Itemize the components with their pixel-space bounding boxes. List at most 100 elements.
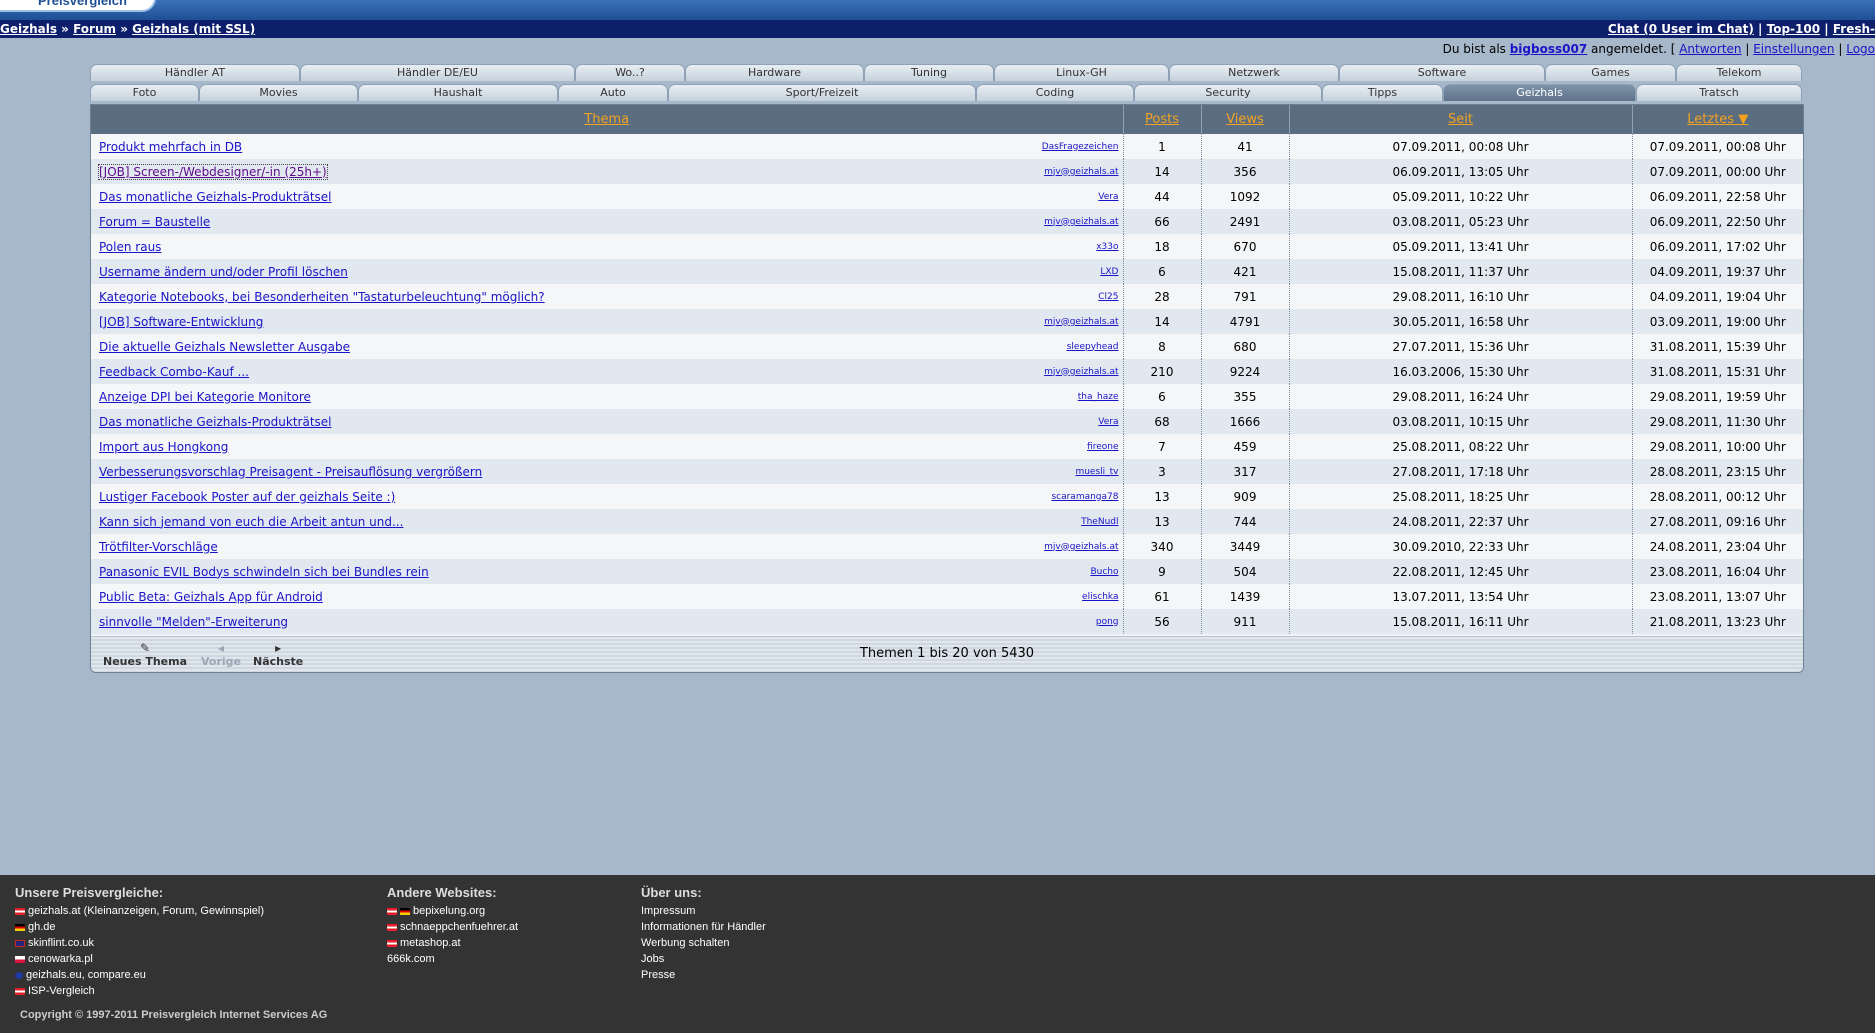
tab-movies[interactable]: Movies	[199, 84, 358, 101]
topic-link[interactable]: Import aus Hongkong	[99, 440, 228, 454]
breadcrumb-separator: »	[116, 22, 133, 36]
col-header-seit[interactable]: Seit	[1288, 105, 1632, 134]
letztes-cell: 23.08.2011, 13:07 Uhr	[1631, 584, 1803, 609]
col-header-thema[interactable]: Thema	[91, 105, 1123, 134]
topic-link[interactable]: [JOB] Screen-/Webdesigner/-in (25h+)	[98, 163, 328, 180]
author-link[interactable]: LXD	[1100, 267, 1118, 277]
topic-link[interactable]: Die aktuelle Geizhals Newsletter Ausgabe	[99, 340, 350, 354]
topic-link[interactable]: Panasonic EVIL Bodys schwindeln sich bei…	[99, 565, 429, 579]
footer-link-item[interactable]: Werbung schalten	[641, 935, 766, 951]
author-link[interactable]: scaramanga78	[1051, 492, 1118, 502]
author-link[interactable]: mjv@geizhals.at	[1044, 542, 1118, 552]
author-link[interactable]: elischka	[1082, 592, 1118, 602]
topic-link[interactable]: Feedback Combo-Kauf ...	[99, 365, 249, 379]
author-link[interactable]: mjv@geizhals.at	[1044, 217, 1118, 227]
topic-link[interactable]: Public Beta: Geizhals App für Android	[99, 590, 323, 604]
tab-coding[interactable]: Coding	[976, 84, 1134, 101]
reply-link[interactable]: Antworten	[1679, 42, 1741, 56]
tab-software[interactable]: Software	[1339, 64, 1545, 81]
author-link[interactable]: muesli_tv	[1075, 467, 1118, 477]
username-link[interactable]: bigboss007	[1510, 42, 1587, 56]
author-link[interactable]: Cl25	[1098, 292, 1118, 302]
topic-link[interactable]: Produkt mehrfach in DB	[99, 140, 242, 154]
topic-link[interactable]: sinnvolle "Melden"-Erweiterung	[99, 615, 288, 629]
views-cell: 459	[1200, 434, 1289, 459]
tab-netzwerk[interactable]: Netzwerk	[1169, 64, 1339, 81]
tab-hardware[interactable]: Hardware	[685, 64, 864, 81]
tab-tuning[interactable]: Tuning	[864, 64, 994, 81]
topic-link[interactable]: Kann sich jemand von euch die Arbeit ant…	[99, 515, 403, 529]
footer-link-item[interactable]: bepixelung.org	[387, 903, 518, 919]
author-link[interactable]: mjv@geizhals.at	[1044, 317, 1118, 327]
author-link[interactable]: Vera	[1098, 192, 1118, 202]
tab-auto[interactable]: Auto	[558, 84, 668, 101]
author-link[interactable]: mjv@geizhals.at	[1044, 367, 1118, 377]
seit-cell: 25.08.2011, 08:22 Uhr	[1288, 434, 1632, 459]
topic-link[interactable]: [JOB] Software-Entwicklung	[99, 315, 263, 329]
tab-sport-freizeit[interactable]: Sport/Freizeit	[668, 84, 976, 101]
author-link[interactable]: mjv@geizhals.at	[1044, 167, 1118, 177]
topic-link[interactable]: Verbesserungsvorschlag Preisagent - Prei…	[99, 465, 482, 479]
tab-games[interactable]: Games	[1545, 64, 1676, 81]
tab-security[interactable]: Security	[1134, 84, 1322, 101]
author-link[interactable]: TheNudl	[1081, 517, 1118, 527]
topic-link[interactable]: Forum = Baustelle	[99, 215, 210, 229]
breadcrumb-geizhals-ssl[interactable]: Geizhals (mit SSL)	[132, 22, 255, 36]
topic-link[interactable]: Username ändern und/oder Profil löschen	[99, 265, 348, 279]
breadcrumb-geizhals[interactable]: Geizhals	[0, 22, 57, 36]
col-header-posts[interactable]: Posts	[1122, 105, 1201, 134]
topic-link[interactable]: Lustiger Facebook Poster auf der geizhal…	[99, 490, 395, 504]
footer-link-item[interactable]: geizhals.at (Kleinanzeigen, Forum, Gewin…	[15, 903, 264, 919]
tab-händler-at[interactable]: Händler AT	[90, 64, 300, 81]
site-logo[interactable]: Preisvergleich	[0, 0, 156, 12]
posts-cell: 8	[1122, 334, 1201, 359]
author-link[interactable]: Vera	[1098, 417, 1118, 427]
chat-link[interactable]: Chat (0 User im Chat)	[1608, 22, 1754, 36]
footer-link-item[interactable]: Jobs	[641, 951, 766, 967]
footer-link-item[interactable]: geizhals.eu, compare.eu	[15, 967, 264, 983]
topic-link[interactable]: Das monatliche Geizhals-Produkträtsel	[99, 190, 332, 204]
logout-link[interactable]: Logo	[1846, 42, 1875, 56]
footer-link-item[interactable]: Informationen für Händler	[641, 919, 766, 935]
author-link[interactable]: sleepyhead	[1067, 342, 1119, 352]
breadcrumb-forum[interactable]: Forum	[73, 22, 116, 36]
tab-foto[interactable]: Foto	[90, 84, 199, 101]
footer-link-item[interactable]: ISP-Vergleich	[15, 983, 264, 999]
footer-link-item[interactable]: skinflint.co.uk	[15, 935, 264, 951]
topic-link[interactable]: Das monatliche Geizhals-Produkträtsel	[99, 415, 332, 429]
footer-link-item[interactable]: metashop.at	[387, 935, 518, 951]
col-header-views[interactable]: Views	[1200, 105, 1289, 134]
footer-link-item[interactable]: Presse	[641, 967, 766, 983]
author-link[interactable]: x33o	[1096, 242, 1118, 252]
top100-link[interactable]: Top-100	[1767, 22, 1820, 36]
author-link[interactable]: tha_haze	[1078, 392, 1119, 402]
author-link[interactable]: pong	[1096, 617, 1119, 627]
topic-link[interactable]: Polen raus	[99, 240, 161, 254]
tab-wo[interactable]: Wo..?	[575, 64, 685, 81]
fresh-link[interactable]: Fresh-	[1833, 22, 1875, 36]
footer-link-item[interactable]: schnaeppchenfuehrer.at	[387, 919, 518, 935]
tab-händler-de-eu[interactable]: Händler DE/EU	[300, 64, 575, 81]
site-header: Preisvergleich	[0, 0, 1875, 20]
author-link[interactable]: Bucho	[1090, 567, 1118, 577]
tab-tipps[interactable]: Tipps	[1322, 84, 1443, 101]
topic-link[interactable]: Kategorie Notebooks, bei Besonderheiten …	[99, 290, 545, 304]
breadcrumb: Geizhals » Forum » Geizhals (mit SSL)	[0, 20, 255, 38]
seit-cell: 25.08.2011, 18:25 Uhr	[1288, 484, 1632, 509]
tab-telekom[interactable]: Telekom	[1676, 64, 1802, 81]
author-link[interactable]: fireone	[1087, 442, 1118, 452]
author-cell: x33o	[955, 234, 1123, 259]
settings-link[interactable]: Einstellungen	[1753, 42, 1834, 56]
topic-link[interactable]: Anzeige DPI bei Kategorie Monitore	[99, 390, 311, 404]
tab-tratsch[interactable]: Tratsch	[1636, 84, 1802, 101]
author-link[interactable]: DasFragezeichen	[1042, 142, 1119, 152]
footer-link-item[interactable]: Impressum	[641, 903, 766, 919]
footer-link-item[interactable]: gh.de	[15, 919, 264, 935]
col-header-letztes[interactable]: Letztes ▼	[1631, 105, 1803, 134]
footer-link-item[interactable]: 666k.com	[387, 951, 518, 967]
tab-geizhals[interactable]: Geizhals	[1443, 84, 1636, 101]
footer-link-item[interactable]: cenowarka.pl	[15, 951, 264, 967]
tab-haushalt[interactable]: Haushalt	[358, 84, 558, 101]
topic-link[interactable]: Trötfilter-Vorschläge	[99, 540, 218, 554]
tab-linux-gh[interactable]: Linux-GH	[994, 64, 1169, 81]
